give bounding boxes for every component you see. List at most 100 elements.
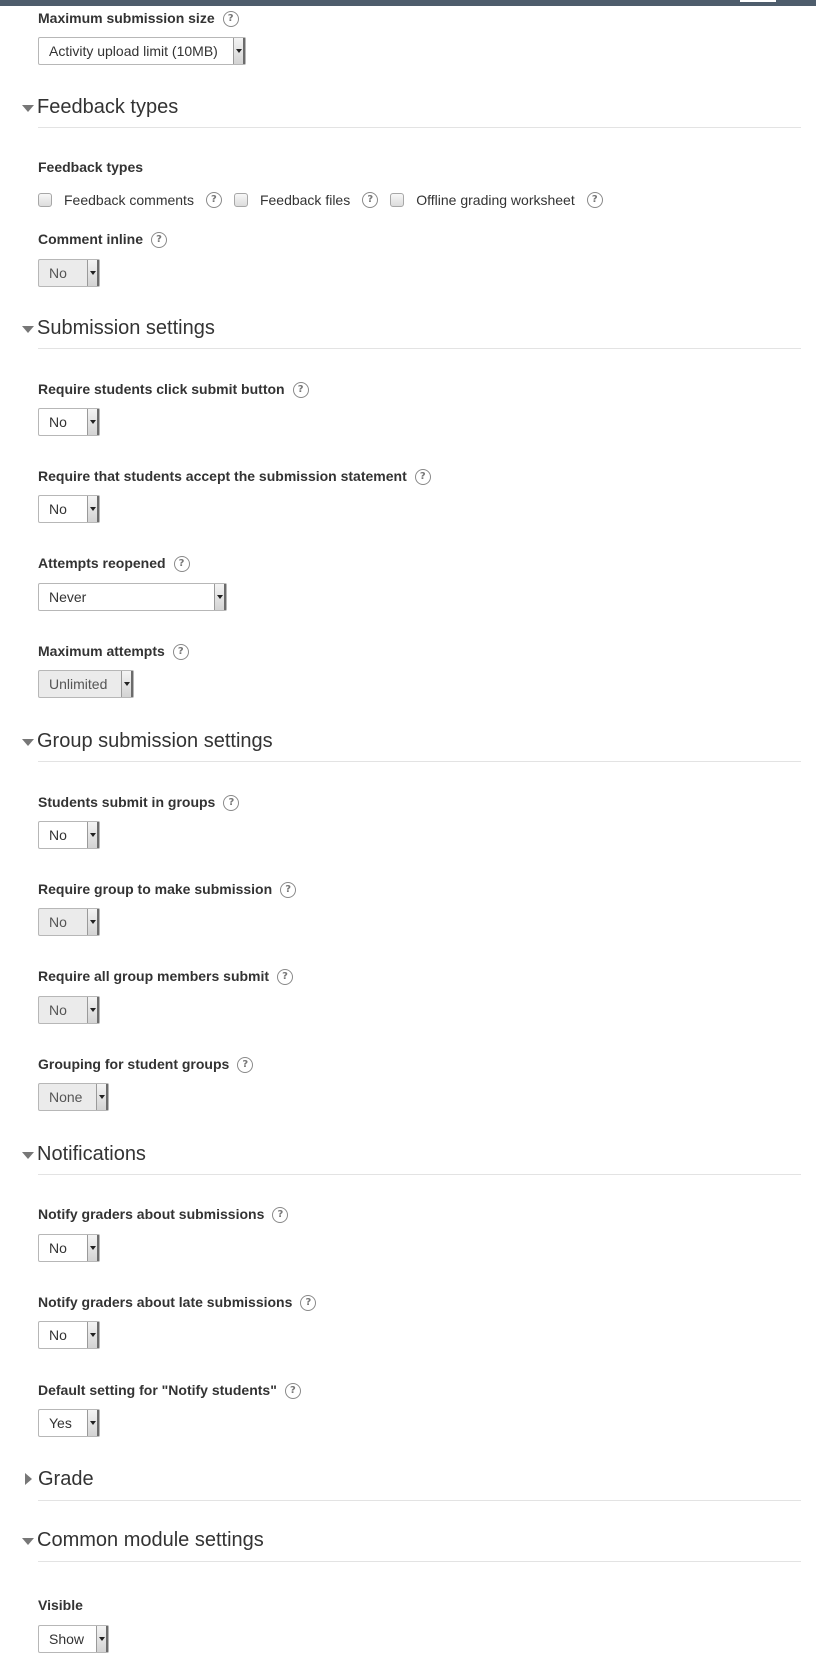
help-icon[interactable] (414, 469, 431, 486)
label-text: Require group to make submission (38, 881, 273, 897)
section-title: Group submission settings (37, 729, 273, 752)
section-divider (38, 348, 801, 349)
feedback-comments-option[interactable]: Feedback comments (38, 192, 222, 208)
attempts-reopened-label: Attempts reopened (38, 554, 190, 573)
section-title: Grade (38, 1467, 94, 1490)
section-common-module[interactable]: Common module settings (22, 1526, 264, 1554)
help-icon[interactable] (205, 192, 222, 208)
label-text: Require all group members submit (38, 968, 270, 984)
dropdown-arrow-icon (87, 409, 99, 435)
max-submission-size-label: Maximum submission size (38, 9, 239, 28)
help-icon[interactable] (586, 192, 603, 208)
section-divider (38, 1500, 801, 1501)
dropdown-arrow-icon (87, 1235, 99, 1261)
dropdown-arrow-icon (87, 260, 99, 286)
help-icon[interactable] (222, 11, 239, 28)
visible-label: Visible (38, 1597, 83, 1613)
dropdown-arrow-icon (87, 1322, 99, 1348)
navbar-tab[interactable] (740, 0, 776, 2)
label-text: Attempts reopened (38, 555, 166, 571)
section-submission-settings[interactable]: Submission settings (22, 314, 215, 342)
feedback-types-label: Feedback types (38, 159, 144, 175)
comment-inline-select[interactable]: No (38, 259, 100, 287)
dropdown-arrow-icon (87, 997, 99, 1023)
label-text: Grouping for student groups (38, 1056, 230, 1072)
max-attempts-label: Maximum attempts (38, 642, 189, 661)
help-icon[interactable] (173, 556, 190, 573)
attempts-reopened-select[interactable]: Never (38, 583, 227, 611)
submit-in-groups-select[interactable]: No (38, 821, 100, 849)
grouping-label: Grouping for student groups (38, 1055, 254, 1074)
feedback-types-options: Feedback comments Feedback files Offline… (38, 189, 615, 211)
section-feedback-types[interactable]: Feedback types (22, 93, 178, 121)
select-value: Unlimited (49, 676, 108, 692)
notify-students-select[interactable]: Yes (38, 1409, 100, 1437)
select-value: No (49, 914, 67, 930)
section-grade[interactable]: Grade (22, 1465, 94, 1493)
help-icon[interactable] (277, 969, 294, 986)
accept-statement-select[interactable]: No (38, 495, 100, 523)
select-value: No (49, 1240, 67, 1256)
grouping-select[interactable]: None (38, 1083, 109, 1111)
notify-late-select[interactable]: No (38, 1321, 100, 1349)
select-value: Never (49, 589, 87, 605)
help-icon[interactable] (151, 232, 168, 249)
dropdown-arrow-icon (121, 671, 133, 697)
max-submission-size-select[interactable]: Activity upload limit (10MB) (38, 37, 246, 65)
help-icon[interactable] (280, 882, 297, 899)
help-icon[interactable] (272, 1207, 289, 1224)
select-value: No (49, 1327, 67, 1343)
notify-submissions-label: Notify graders about submissions (38, 1205, 289, 1224)
offline-grading-checkbox[interactable] (390, 193, 405, 207)
label-text: Notify graders about submissions (38, 1206, 265, 1222)
option-label: Offline grading worksheet (416, 192, 575, 208)
select-value: Activity upload limit (10MB) (49, 43, 218, 59)
section-title: Submission settings (37, 316, 215, 339)
notify-late-label: Notify graders about late submissions (38, 1293, 317, 1312)
help-icon[interactable] (237, 1057, 254, 1074)
help-icon[interactable] (362, 192, 379, 208)
help-icon[interactable] (172, 644, 189, 661)
label-text: Maximum attempts (38, 643, 165, 659)
top-navbar (0, 0, 816, 6)
notify-students-label: Default setting for "Notify students" (38, 1381, 301, 1400)
select-value: No (49, 827, 67, 843)
select-value: No (49, 414, 67, 430)
help-icon[interactable] (284, 1383, 301, 1400)
dropdown-arrow-icon (87, 1410, 99, 1436)
help-icon[interactable] (223, 795, 240, 812)
accept-statement-label: Require that students accept the submiss… (38, 467, 431, 486)
section-title: Feedback types (37, 95, 179, 118)
dropdown-arrow-icon (87, 822, 99, 848)
offline-grading-option[interactable]: Offline grading worksheet (390, 192, 603, 208)
notify-submissions-select[interactable]: No (38, 1234, 100, 1262)
group-make-submission-select[interactable]: No (38, 908, 100, 936)
feedback-files-option[interactable]: Feedback files (233, 192, 379, 208)
label-text: Default setting for "Notify students" (38, 1382, 277, 1398)
dropdown-arrow-icon (87, 496, 99, 522)
select-value: Yes (49, 1415, 72, 1431)
help-icon[interactable] (292, 382, 309, 399)
select-value: No (49, 265, 67, 281)
feedback-comments-checkbox[interactable] (38, 193, 52, 207)
section-divider (38, 127, 801, 128)
all-members-submit-label: Require all group members submit (38, 967, 294, 986)
label-text: Students submit in groups (38, 794, 216, 810)
section-notifications[interactable]: Notifications (22, 1140, 146, 1168)
select-value: Show (49, 1631, 85, 1647)
dropdown-arrow-icon (96, 1084, 108, 1110)
option-label: Feedback files (259, 192, 351, 208)
help-icon[interactable] (300, 1295, 317, 1312)
select-value: No (49, 501, 67, 517)
click-submit-label: Require students click submit button (38, 380, 309, 399)
expanded-triangle-icon (22, 738, 34, 746)
max-attempts-select[interactable]: Unlimited (38, 670, 134, 698)
section-group-submission[interactable]: Group submission settings (22, 727, 273, 755)
click-submit-select[interactable]: No (38, 408, 100, 436)
all-members-submit-select[interactable]: No (38, 996, 100, 1024)
feedback-files-checkbox[interactable] (233, 193, 248, 207)
expanded-triangle-icon (22, 1537, 34, 1545)
dropdown-arrow-icon (96, 1626, 108, 1652)
visible-select[interactable]: Show (38, 1625, 109, 1653)
dropdown-arrow-icon (233, 38, 245, 64)
